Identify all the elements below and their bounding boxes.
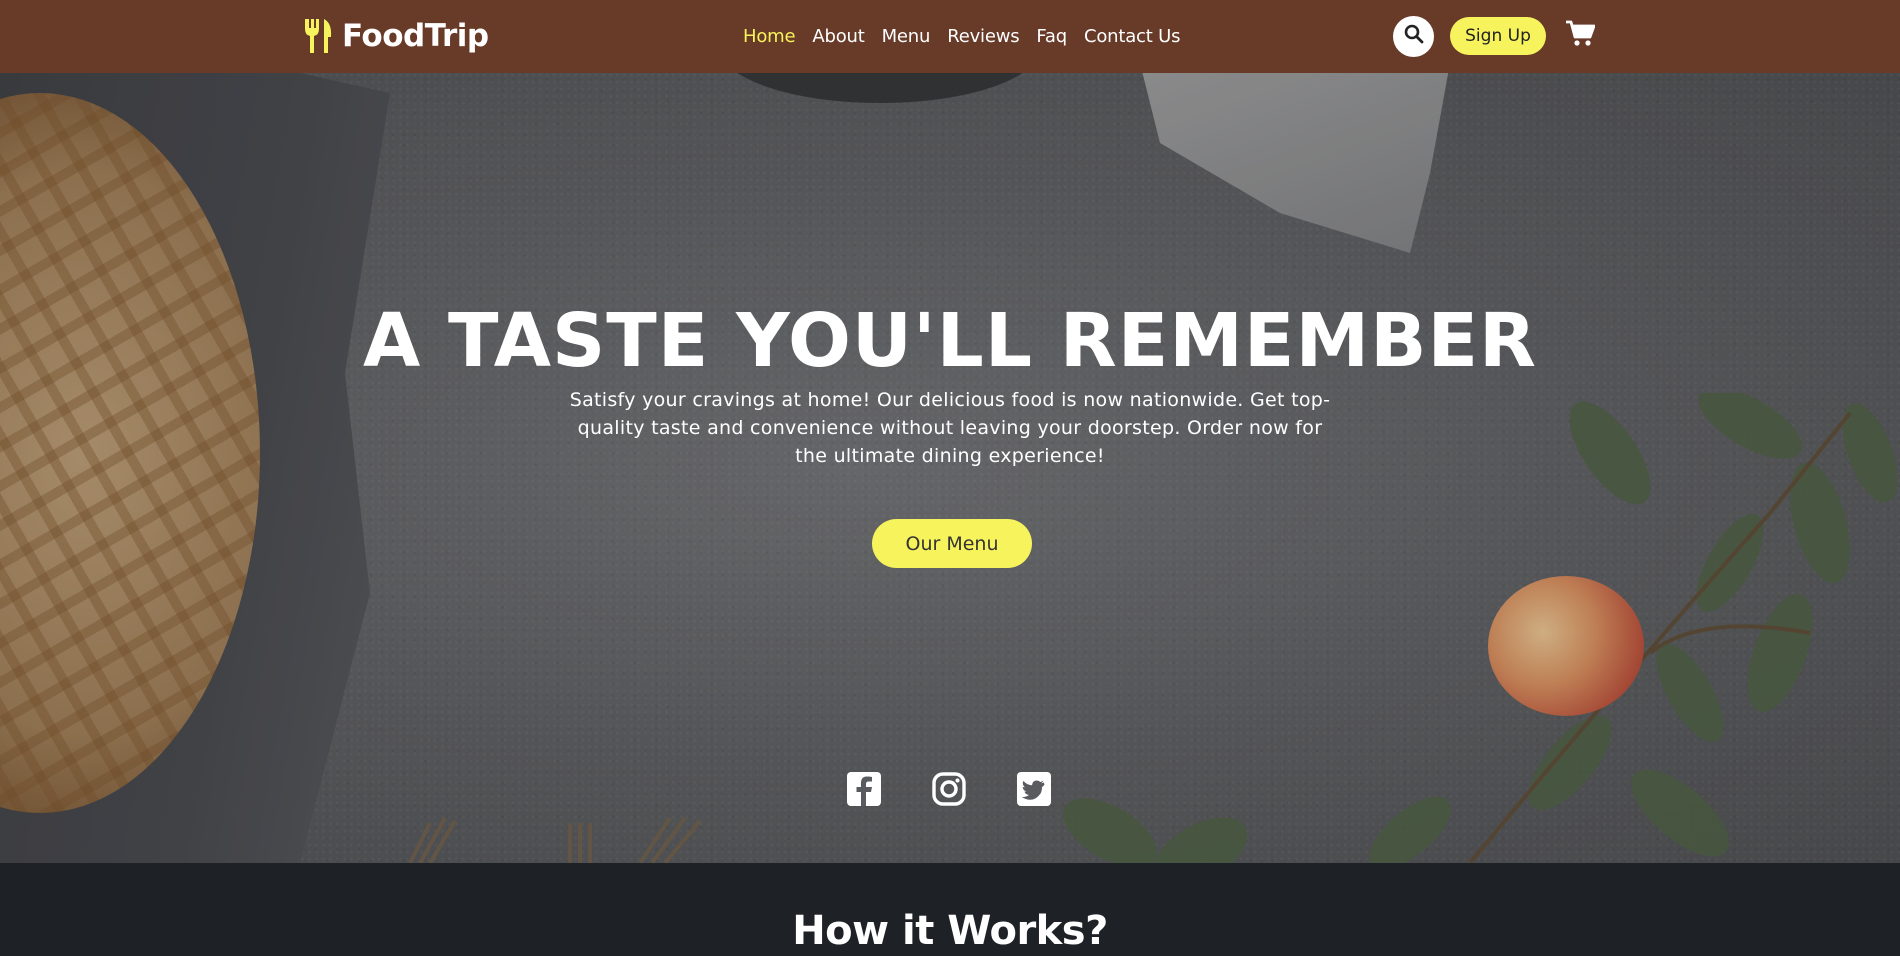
facebook-icon[interactable] <box>845 770 883 808</box>
nav-link-home[interactable]: Home <box>743 26 796 47</box>
hero-description: Satisfy your cravings at home! Our delic… <box>569 389 1331 467</box>
search-button[interactable] <box>1393 16 1434 57</box>
hero-title: A TASTE YOU'LL REMEMBER <box>362 298 1538 384</box>
our-menu-button[interactable]: Our Menu <box>872 519 1032 568</box>
twitter-icon[interactable] <box>1015 770 1053 808</box>
logo[interactable]: FoodTrip <box>302 16 489 56</box>
navbar: FoodTrip Home About Menu Reviews Faq Con… <box>0 0 1900 73</box>
nav-link-menu[interactable]: Menu <box>882 26 931 47</box>
nav-link-about[interactable]: About <box>812 26 864 47</box>
nav-link-faq[interactable]: Faq <box>1036 26 1067 47</box>
nav-link-contact[interactable]: Contact Us <box>1084 26 1181 47</box>
instagram-icon[interactable] <box>930 770 968 808</box>
how-it-works-section: How it Works? <box>0 863 1900 956</box>
hero-section: A TASTE YOU'LL REMEMBER Satisfy your cra… <box>0 73 1900 863</box>
signup-button[interactable]: Sign Up <box>1450 17 1546 55</box>
how-it-works-title: How it Works? <box>792 908 1108 954</box>
search-icon <box>1404 24 1424 49</box>
social-links <box>845 770 1053 808</box>
cart-icon <box>1565 20 1596 53</box>
nav-links: Home About Menu Reviews Faq Contact Us <box>743 22 1180 50</box>
cart-button[interactable] <box>1563 19 1597 53</box>
nav-link-reviews[interactable]: Reviews <box>947 26 1019 47</box>
brand-name: FoodTrip <box>342 18 489 54</box>
fork-knife-icon <box>302 17 336 55</box>
